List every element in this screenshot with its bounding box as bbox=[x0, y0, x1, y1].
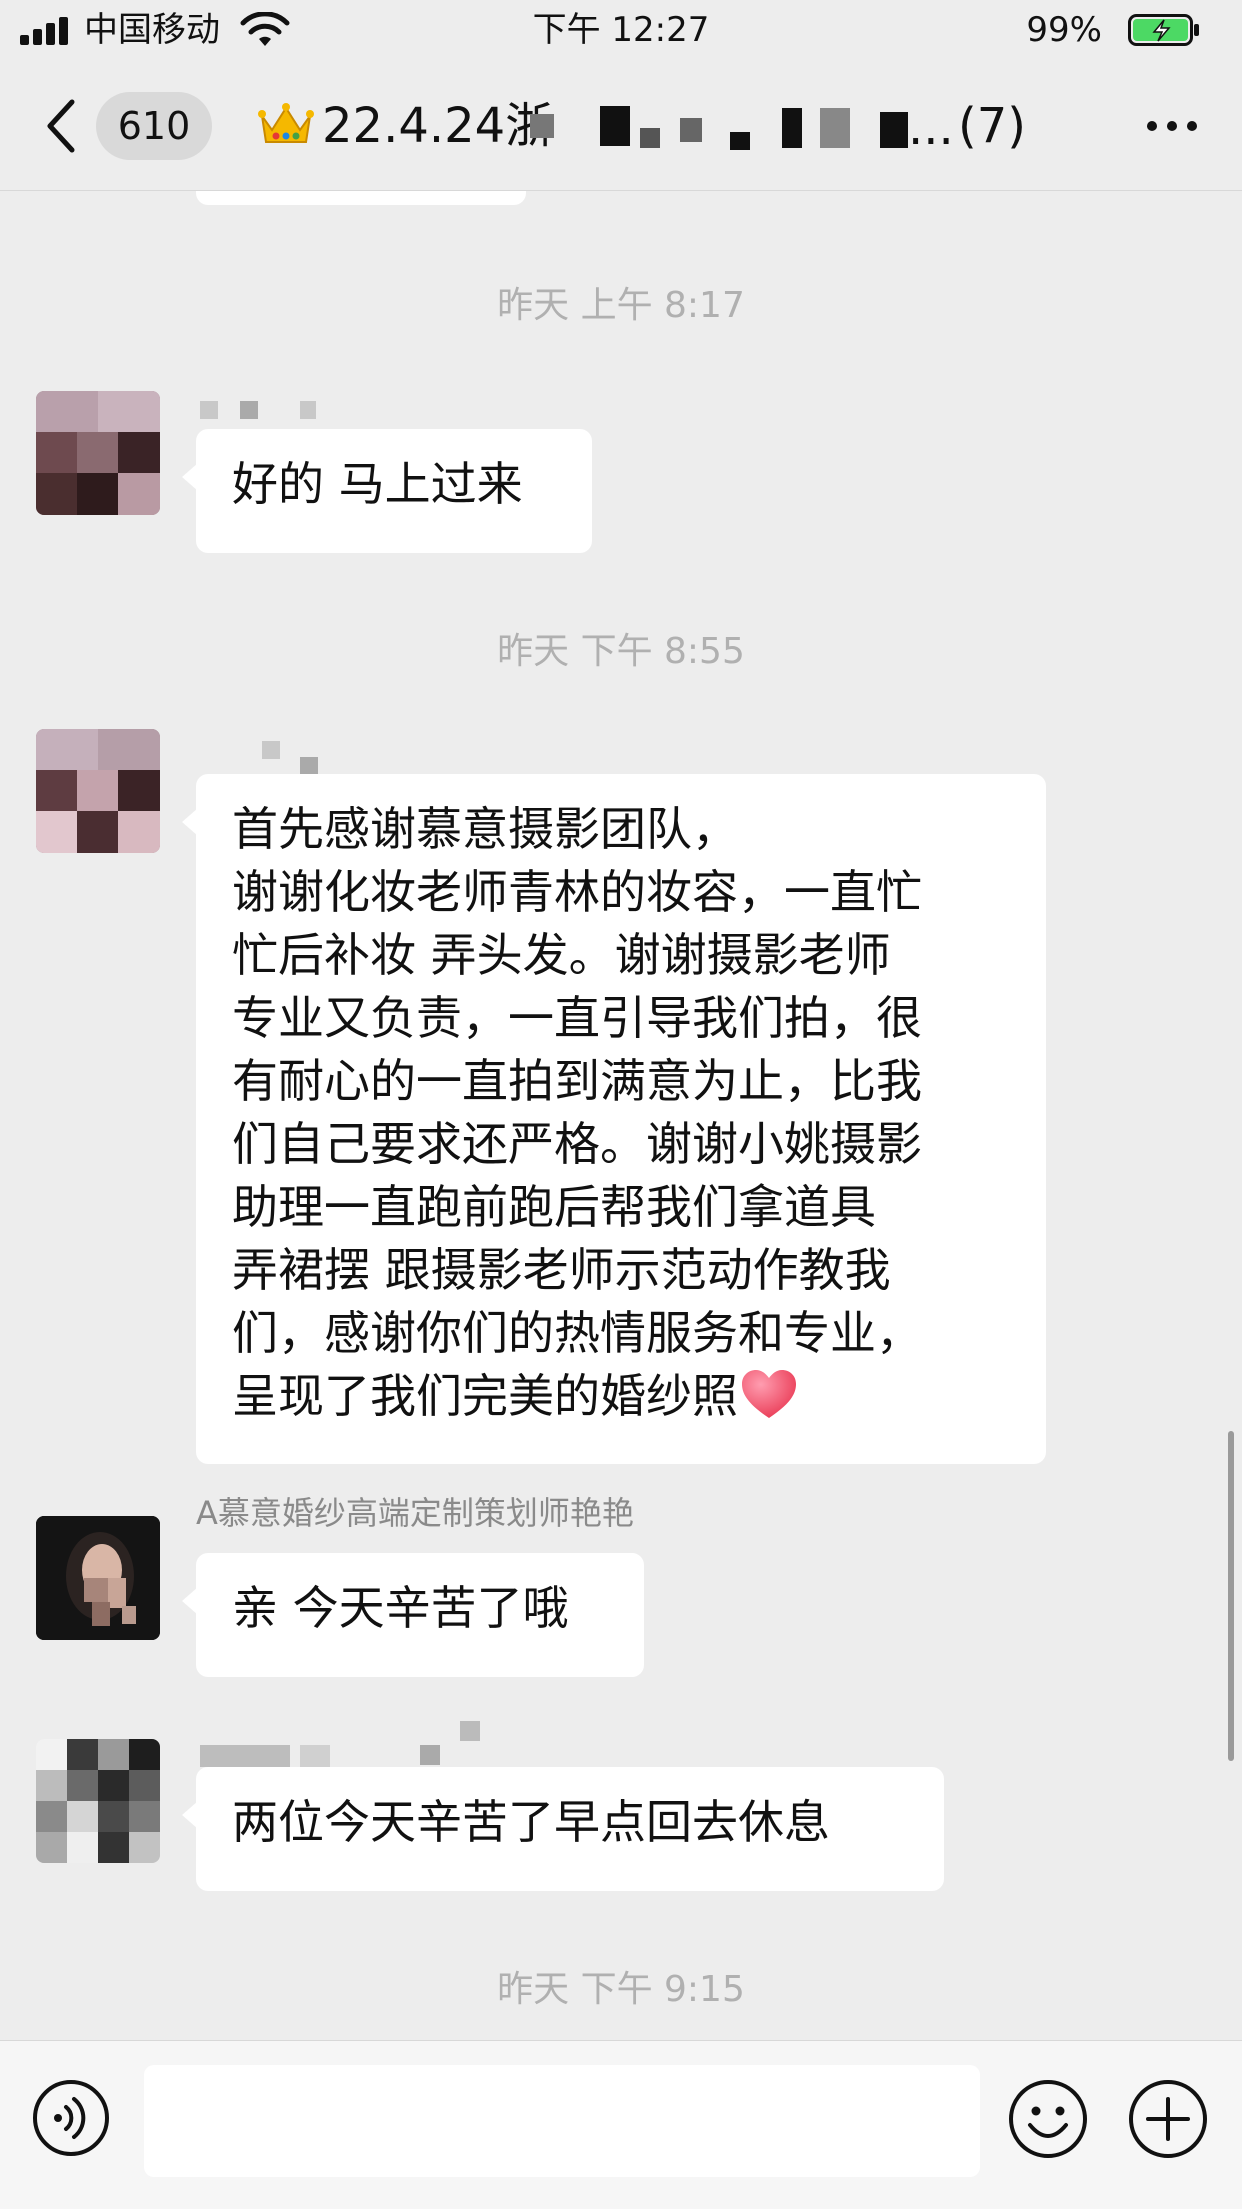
more-icon[interactable] bbox=[1142, 106, 1202, 146]
title-ellipsis: ... bbox=[908, 100, 954, 156]
voice-icon[interactable] bbox=[32, 2079, 110, 2157]
battery-icon bbox=[1128, 14, 1199, 46]
status-bar: 中国移动 下午 12:27 99% bbox=[0, 0, 1242, 62]
add-icon[interactable] bbox=[1128, 2079, 1208, 2159]
chat-title[interactable]: 22.4.24浙 bbox=[256, 92, 553, 160]
avatar-image bbox=[36, 729, 160, 853]
message-bubble[interactable]: 首先感谢慕意摄影团队， 谢谢化妆老师青林的妆容，一直忙 忙后补妆 弄头发。谢谢摄… bbox=[182, 774, 1046, 1464]
message-bubble[interactable]: 两位今天辛苦了早点回去休息 bbox=[182, 1767, 944, 1891]
scrollbar[interactable] bbox=[1228, 1431, 1234, 1761]
battery-percent: 99% bbox=[1026, 10, 1102, 50]
chat-title-text: 22.4.24 bbox=[322, 98, 506, 154]
message-bubble[interactable]: 亲 今天辛苦了哦 bbox=[182, 1553, 644, 1677]
heart-icon bbox=[742, 1370, 796, 1418]
unread-count-badge[interactable]: 610 bbox=[96, 92, 212, 160]
message-timestamp: 昨天 上午 8:17 bbox=[497, 285, 745, 326]
back-icon[interactable] bbox=[42, 96, 82, 156]
member-count: (7) bbox=[958, 98, 1026, 154]
message-bubble[interactable]: 好的 马上过来 bbox=[182, 429, 592, 553]
crown-icon bbox=[258, 103, 314, 143]
previous-message-bubble bbox=[196, 191, 526, 205]
avatar[interactable] bbox=[36, 1516, 160, 1640]
sender-name: A慕意婚纱高端定制策划师艳艳 bbox=[196, 1494, 634, 1532]
chat-header: 610 22.4.24浙 ... (7) bbox=[0, 62, 1242, 191]
message-list[interactable]: 昨天 上午 8:17 好的 马上过来 昨天 下午 8:55 首先感谢慕意摄影团队… bbox=[0, 191, 1242, 2039]
avatar-image bbox=[36, 391, 160, 515]
message-input[interactable] bbox=[144, 2065, 980, 2177]
avatar-image bbox=[36, 1739, 160, 1863]
avatar[interactable] bbox=[36, 391, 160, 515]
avatar-image bbox=[36, 1516, 160, 1640]
emoji-icon[interactable] bbox=[1008, 2079, 1088, 2159]
message-timestamp: 昨天 下午 9:15 bbox=[497, 1969, 745, 2010]
message-timestamp: 昨天 下午 8:55 bbox=[497, 631, 745, 672]
avatar[interactable] bbox=[36, 1739, 160, 1863]
avatar[interactable] bbox=[36, 729, 160, 853]
input-bar bbox=[0, 2040, 1242, 2209]
redacted-title-text: ... bbox=[530, 100, 954, 156]
